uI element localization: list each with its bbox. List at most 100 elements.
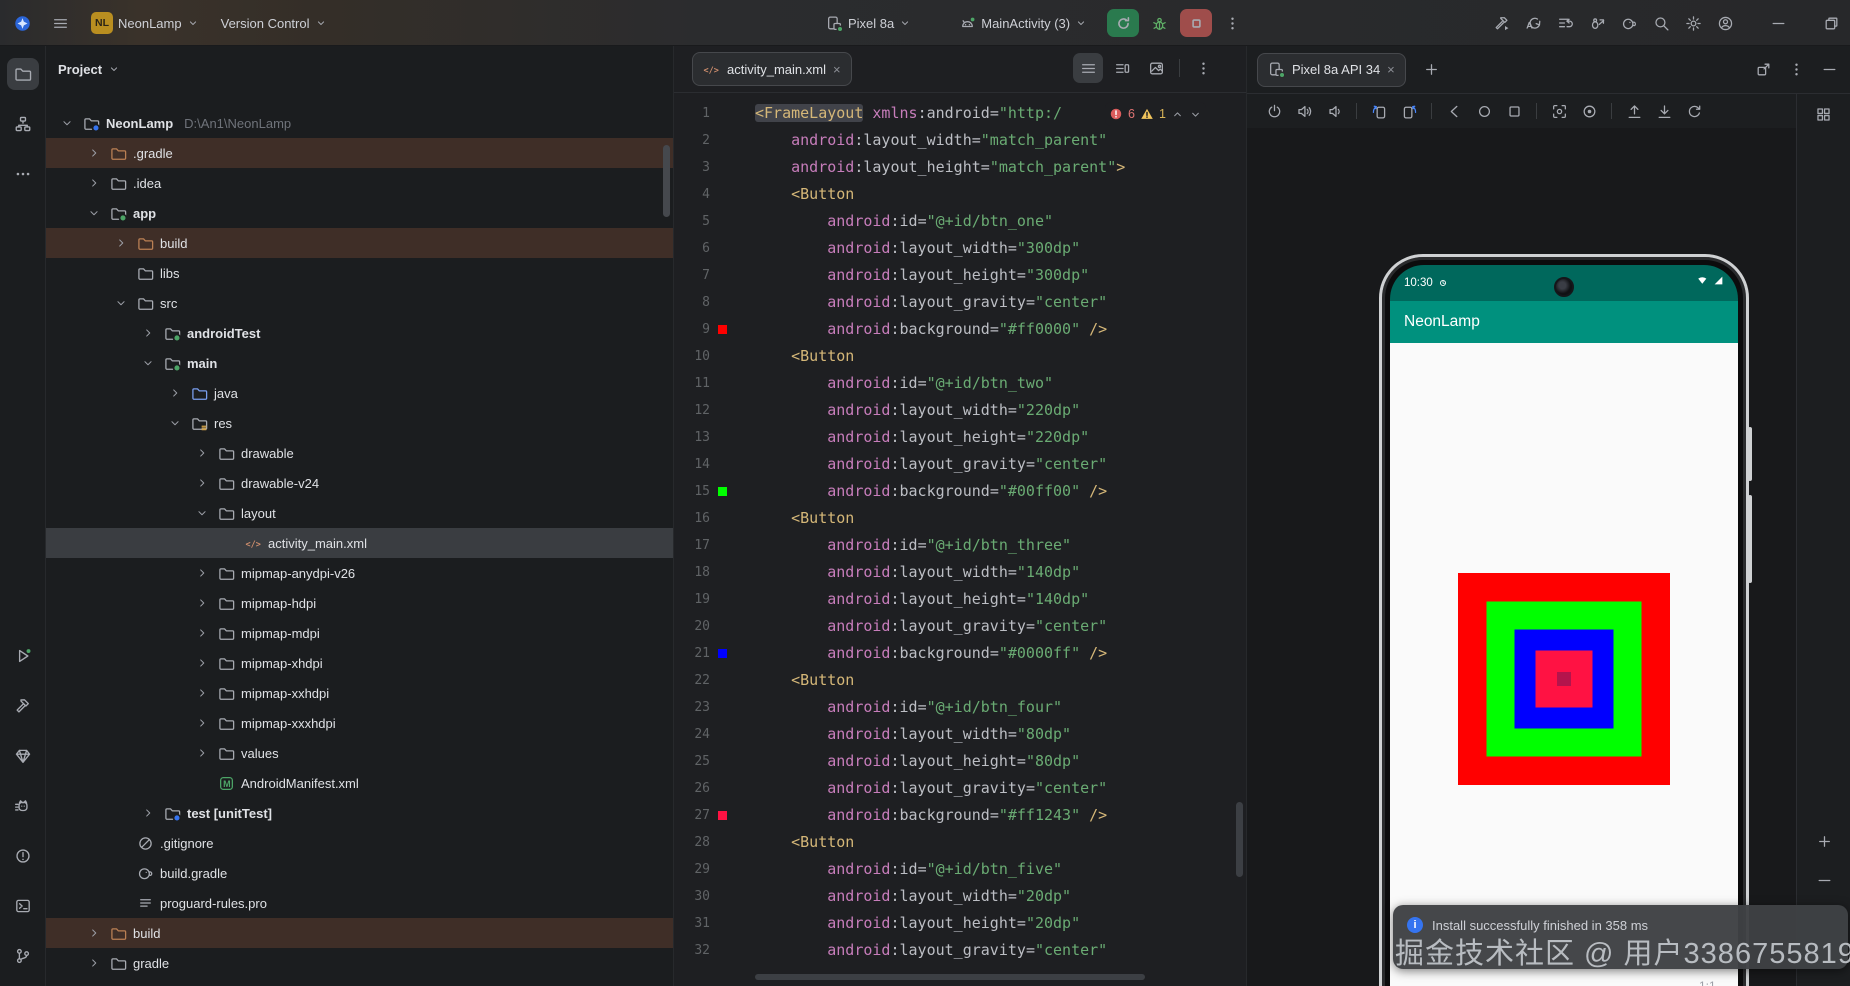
- build-run-button[interactable]: [1489, 8, 1514, 38]
- tool-window-more-horizontal-button[interactable]: [7, 158, 39, 190]
- tool-window-project-folder-button[interactable]: [7, 58, 39, 90]
- close-tab-icon[interactable]: ×: [833, 62, 841, 77]
- tree-item-mipmap-mdpi[interactable]: mipmap-mdpi: [46, 618, 673, 648]
- tree-item-src[interactable]: src: [46, 288, 673, 318]
- hamburger-menu-button[interactable]: [48, 8, 73, 38]
- tree-chevron-icon[interactable]: [85, 176, 103, 190]
- zoom-in-button[interactable]: [1812, 829, 1836, 853]
- tree-chevron-icon[interactable]: [85, 206, 103, 220]
- attach-debugger-button[interactable]: [1585, 8, 1610, 38]
- tree-item-libs[interactable]: libs: [46, 258, 673, 288]
- tree-chevron-icon[interactable]: [193, 716, 211, 730]
- tool-window-structure-button[interactable]: [7, 108, 39, 140]
- tree-item-res[interactable]: res: [46, 408, 673, 438]
- device-overview-button[interactable]: [1501, 98, 1527, 124]
- project-scrollbar[interactable]: [663, 145, 670, 217]
- tree-chevron-icon[interactable]: [139, 326, 157, 340]
- tool-window-resource-gem-button[interactable]: [7, 740, 39, 772]
- tree-chevron-icon[interactable]: [85, 146, 103, 160]
- device-volume-up-button[interactable]: [1291, 98, 1317, 124]
- run-configuration-selector[interactable]: MainActivity (3): [955, 8, 1091, 38]
- code-editor[interactable]: 1 <FrameLayout xmlns:android="http:/ 2 and…: [674, 93, 1246, 986]
- tree-chevron-icon[interactable]: [85, 926, 103, 940]
- profile-button[interactable]: [1713, 8, 1738, 38]
- tree-item-proguard-rules-pro[interactable]: proguard-rules.pro: [46, 888, 673, 918]
- tool-window-logcat-cat-button[interactable]: [7, 790, 39, 822]
- tree-chevron-icon[interactable]: [166, 416, 184, 430]
- tree-item-layout[interactable]: layout: [46, 498, 673, 528]
- tree-chevron-icon[interactable]: [193, 626, 211, 640]
- tree-chevron-icon[interactable]: [139, 806, 157, 820]
- tree-chevron-icon[interactable]: [166, 386, 184, 400]
- tree-item--gitignore[interactable]: .gitignore: [46, 828, 673, 858]
- tab-pixel-8a-api-34[interactable]: Pixel 8a API 34 ×: [1257, 52, 1406, 87]
- tree-chevron-icon[interactable]: [193, 656, 211, 670]
- tree-item-drawable-v24[interactable]: drawable-v24: [46, 468, 673, 498]
- history-lines-button[interactable]: [1553, 8, 1578, 38]
- tool-window-run-button[interactable]: [7, 640, 39, 672]
- letter-a-sync-button[interactable]: A: [1521, 8, 1546, 38]
- tree-chevron-icon[interactable]: [58, 116, 76, 130]
- device-download-button[interactable]: [1651, 98, 1677, 124]
- tree-item--gradle[interactable]: .gradle: [46, 138, 673, 168]
- tab-activity-main-xml[interactable]: </> activity_main.xml ×: [692, 52, 852, 86]
- button-square-5[interactable]: [1557, 672, 1571, 686]
- code-view-button[interactable]: [1073, 53, 1103, 83]
- tool-window-problems-button[interactable]: [7, 840, 39, 872]
- color-preview-chip[interactable]: [718, 325, 727, 334]
- device-volume-down-button[interactable]: [1321, 98, 1347, 124]
- tree-item-mipmap-xxhdpi[interactable]: mipmap-xxhdpi: [46, 678, 673, 708]
- window-restore-button[interactable]: [1819, 8, 1844, 38]
- zoom-out-button[interactable]: [1812, 868, 1836, 892]
- device-rotate-left-button[interactable]: [1366, 98, 1392, 124]
- design-view-button[interactable]: [1141, 53, 1171, 83]
- device-home-button[interactable]: [1471, 98, 1497, 124]
- color-preview-chip[interactable]: [718, 649, 727, 658]
- tree-item--idea[interactable]: .idea: [46, 168, 673, 198]
- search-button[interactable]: [1649, 8, 1674, 38]
- device-selector[interactable]: Pixel 8a: [822, 8, 915, 38]
- stop-button[interactable]: [1180, 9, 1213, 37]
- tree-chevron-icon[interactable]: [193, 566, 211, 580]
- inspections-widget[interactable]: 6 1: [1105, 102, 1206, 126]
- color-preview-chip[interactable]: [718, 811, 727, 820]
- gradle-sync-button[interactable]: [1617, 8, 1642, 38]
- device-reset-button[interactable]: [1681, 98, 1707, 124]
- grid-view-button[interactable]: [1811, 102, 1835, 126]
- tree-chevron-icon[interactable]: [112, 296, 130, 310]
- editor-options-kebab-button[interactable]: [1188, 53, 1218, 83]
- device-upload-button[interactable]: [1621, 98, 1647, 124]
- vcs-widget[interactable]: Version Control: [217, 8, 331, 38]
- project-widget[interactable]: NL NeonLamp: [87, 8, 203, 38]
- close-tab-icon[interactable]: ×: [1387, 62, 1395, 77]
- tree-item-androidmanifest-xml[interactable]: M AndroidManifest.xml: [46, 768, 673, 798]
- device-rotate-right-button[interactable]: [1396, 98, 1422, 124]
- tree-item-test-unittest-[interactable]: test [unitTest]: [46, 798, 673, 828]
- next-problem-icon[interactable]: [1189, 108, 1202, 121]
- chevron-down-icon[interactable]: [108, 63, 120, 75]
- notification-toast[interactable]: i Install successfully finished in 358 m…: [1393, 905, 1848, 969]
- open-in-new-window-button[interactable]: [1751, 55, 1776, 85]
- tree-chevron-icon[interactable]: [193, 446, 211, 460]
- editor-vertical-scrollbar[interactable]: [1236, 802, 1243, 877]
- tree-item-build[interactable]: build: [46, 918, 673, 948]
- split-view-button[interactable]: [1107, 53, 1137, 83]
- tree-item-drawable[interactable]: drawable: [46, 438, 673, 468]
- phone-screen[interactable]: 10:30 NeonLamp: [1390, 265, 1738, 986]
- tree-chevron-icon[interactable]: [193, 686, 211, 700]
- tree-item-androidtest[interactable]: androidTest: [46, 318, 673, 348]
- device-power-button[interactable]: [1261, 98, 1287, 124]
- rerun-button[interactable]: [1107, 9, 1140, 37]
- tree-chevron-icon[interactable]: [193, 506, 211, 520]
- tree-chevron-icon[interactable]: [112, 236, 130, 250]
- run-options-kebab-button[interactable]: [1220, 8, 1245, 38]
- phone-app-content[interactable]: [1390, 343, 1738, 986]
- tree-item-app[interactable]: app: [46, 198, 673, 228]
- tree-chevron-icon[interactable]: [193, 476, 211, 490]
- tree-item-values[interactable]: values: [46, 738, 673, 768]
- window-minimize-button[interactable]: [1766, 8, 1791, 38]
- settings-button[interactable]: [1681, 8, 1706, 38]
- tree-chevron-icon[interactable]: [193, 596, 211, 610]
- device-record-button[interactable]: [1576, 98, 1602, 124]
- add-device-tab-button[interactable]: [1418, 56, 1446, 84]
